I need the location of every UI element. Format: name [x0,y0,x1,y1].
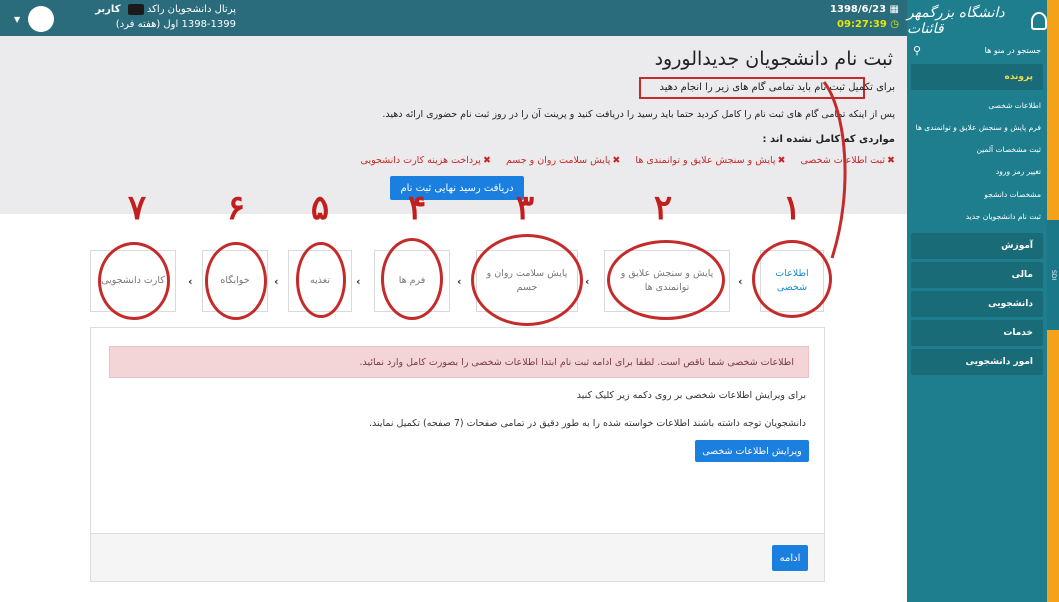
submenu-item-interest-form[interactable]: فرم پایش و سنجش علایق و توانمندی ها [911,117,1041,139]
annotation-circle-6 [205,242,267,320]
page-title: ثبت نام دانشجویان جدیدالورود [654,48,893,70]
logo-emblem-icon [1031,12,1047,30]
page-note: پس از اینکه تمامی گام های ثبت نام را کام… [382,109,895,120]
sidebar-item-student-affairs[interactable]: امور دانشجویی [911,348,1043,375]
incomplete-list: ✖ثبت اطلاعات شخصی ✖پایش و سنجش علایق و ت… [349,155,895,166]
top-header: ▼ پرتال دانشجویان راکد ‌‌‌‌‌‌‌‌‌‌‌‌ کارب… [0,0,907,36]
chevron-left-icon: ‹ [585,275,590,288]
sidebar-item-student[interactable]: دانشجویی [911,290,1043,317]
chevron-left-icon: ‹ [188,275,193,288]
chevron-left-icon: ‹ [356,275,361,288]
edit-note: دانشجویان توجه داشته باشند اطلاعات خواست… [368,418,806,429]
edit-hint: برای ویرایش اطلاعات شخصی بر روی دکمه زیر… [576,390,806,401]
incomplete-item: ✖پایش و سنجش علایق و توانمندی ها [635,155,786,166]
step-number-5: ۵ [310,188,330,228]
submenu-item-new-student-registration[interactable]: ثبت نام دانشجویان جدید [911,206,1041,228]
logo-text: دانشگاه بزرگمهر قائنات [907,5,1005,37]
step-number-4: ۴ [407,188,427,228]
sidebar-item-education[interactable]: آموزش [911,232,1043,259]
annotation-circle-5 [296,242,346,318]
chevron-left-icon: ‹ [274,275,279,288]
annotation-circle-3 [471,234,583,326]
edit-personal-info-button[interactable]: ویرایش اطلاعات شخصی [695,440,809,462]
incomplete-item: ✖پایش سلامت روان و جسم [505,155,621,166]
term-label: 1398-1399 اول (هفته فرد) [115,19,236,30]
university-logo[interactable]: دانشگاه بزرگمهر قائنات [907,0,1047,42]
sidebar-submenu: اطلاعات شخصی فرم پایش و سنجش علایق و توا… [907,93,1047,230]
step-number-3: ۳ [515,188,535,228]
panel-footer: ادامه [91,533,824,581]
date-value: 1398/6/23 [830,4,887,15]
annotation-circle-4 [381,238,443,320]
search-icon[interactable]: ⚲ [913,44,921,57]
time-value: 09:27:39 [837,19,887,30]
annotation-circle-2 [607,240,725,320]
x-icon: ✖ [777,155,786,166]
step-number-2: ۲ [653,188,673,228]
step-number-6: ۶ [226,188,246,228]
date-time: 1398/6/23 ▦ 09:27:39 ◷ [830,4,899,30]
x-icon: ✖ [887,155,895,166]
sidebar-item-finance[interactable]: مالی [911,261,1043,288]
annotation-circle-1 [752,240,832,318]
incomplete-item: ✖پرداخت هزینه کارت دانشجویی [360,155,491,166]
submenu-item-register-details[interactable]: ثبت مشخصات آلمین [911,139,1041,161]
x-icon: ✖ [612,155,621,166]
annotation-circle-7 [98,242,170,320]
sidebar: دانشگاه بزرگمهر قائنات جستجو در منو ها ⚲… [907,0,1047,602]
annotation-arrow [822,81,847,259]
step-number-7: ۷ [127,188,147,228]
submenu-item-student-details[interactable]: مشخصات دانشجو [911,184,1041,206]
user-menu[interactable]: ▼ [14,6,55,32]
sidebar-item-profile[interactable]: پرونده [911,64,1043,90]
submenu-item-personal-info[interactable]: اطلاعات شخصی [911,95,1041,117]
chevron-left-icon: ‹ [738,275,743,288]
user-name-redacted: ‌‌‌‌‌‌‌‌‌‌‌‌ [127,4,144,15]
sidebar-search[interactable]: جستجو در منو ها ⚲ [907,42,1047,58]
edge-label: SDI [1047,220,1059,330]
clock-icon: ◷ [890,19,899,30]
user-info: پرتال دانشجویان راکد ‌‌‌‌‌‌‌‌‌‌‌‌ کاربر … [66,4,236,30]
portal-label: پرتال دانشجویان راکد [146,4,236,15]
x-icon: ✖ [482,155,491,166]
continue-button[interactable]: ادامه [772,545,808,571]
chevron-down-icon[interactable]: ▼ [14,15,20,24]
sidebar-item-services[interactable]: خدمات [911,319,1043,346]
calendar-icon: ▦ [889,4,899,15]
chevron-left-icon: ‹ [457,275,462,288]
user-prefix: کاربر [95,4,121,15]
search-placeholder[interactable]: جستجو در منو ها [985,46,1041,55]
submenu-item-change-password[interactable]: تغییر رمز ورود [911,161,1041,183]
step-number-1: ۱ [782,188,802,228]
error-alert: اطلاعات شخصی شما ناقص است. لطفا برای ادا… [109,346,809,378]
content-panel: اطلاعات شخصی شما ناقص است. لطفا برای ادا… [90,327,825,582]
avatar[interactable] [28,6,55,32]
